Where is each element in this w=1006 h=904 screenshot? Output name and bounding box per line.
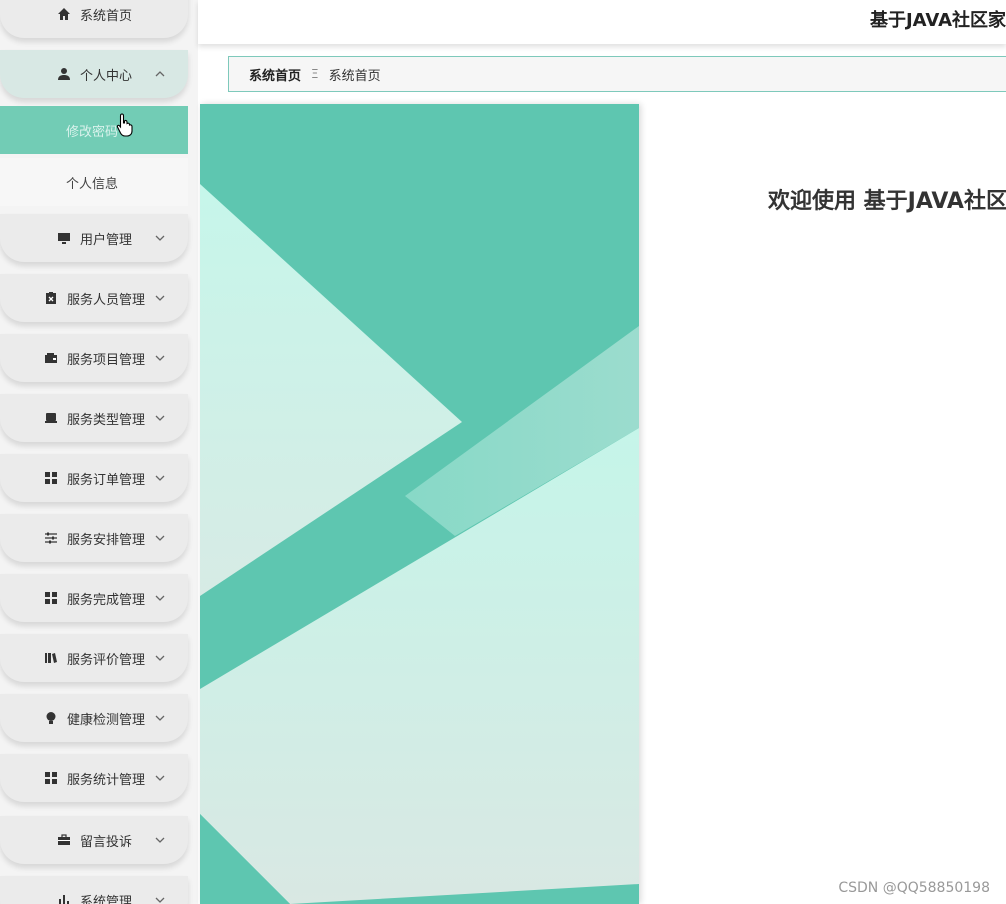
- sidebar-item-home[interactable]: 系统首页: [0, 0, 188, 38]
- sub-item-change-password[interactable]: 修改密码: [0, 106, 188, 154]
- sidebar-item-completion[interactable]: 服务完成管理: [0, 574, 188, 622]
- welcome-heading: 欢迎使用 基于JAVA社区: [768, 189, 1006, 214]
- breadcrumb-separator: Ξ: [311, 67, 319, 81]
- sidebar-item-label: 服务项目管理: [66, 352, 145, 368]
- chevron-down-icon: [155, 837, 165, 843]
- sidebar-item-orders[interactable]: 服务订单管理: [0, 454, 188, 502]
- chevron-down-icon: [155, 897, 165, 903]
- books-icon: [43, 650, 59, 666]
- grid-icon: [43, 590, 59, 606]
- sidebar-item-label: 系统管理: [79, 894, 132, 904]
- grid-icon: [43, 770, 59, 786]
- sidebar: 系统首页 个人中心 修改密码 个人信息 用户管理 服务人员管理 服务项目管理 服…: [0, 0, 198, 904]
- breadcrumb: 系统首页 Ξ 系统首页: [228, 56, 1006, 92]
- sidebar-item-label: 服务类型管理: [66, 412, 145, 428]
- sidebar-item-statistics[interactable]: 服务统计管理: [0, 754, 188, 802]
- watermark: CSDN @QQ58850198: [838, 880, 990, 896]
- sidebar-item-service-types[interactable]: 服务类型管理: [0, 394, 188, 442]
- chevron-down-icon: [155, 715, 165, 721]
- chevron-down-icon: [155, 475, 165, 481]
- chevron-down-icon: [155, 775, 165, 781]
- welcome-banner-image: [200, 104, 639, 904]
- sidebar-item-staff[interactable]: 服务人员管理: [0, 274, 188, 322]
- breadcrumb-current: 系统首页: [328, 68, 381, 84]
- sliders-icon: [43, 530, 59, 546]
- sidebar-item-label: 个人中心: [79, 68, 132, 84]
- sub-item-label: 个人信息: [66, 176, 119, 192]
- sidebar-item-service-items[interactable]: 服务项目管理: [0, 334, 188, 382]
- bulb-icon: [43, 710, 59, 726]
- sub-item-personal-info[interactable]: 个人信息: [0, 158, 188, 206]
- wallet-icon: [43, 350, 59, 366]
- monitor-icon: [56, 230, 72, 246]
- home-icon: [56, 6, 72, 22]
- sidebar-item-label: 服务人员管理: [66, 292, 145, 308]
- sidebar-item-scheduling[interactable]: 服务安排管理: [0, 514, 188, 562]
- chevron-down-icon: [155, 535, 165, 541]
- sidebar-item-users[interactable]: 用户管理: [0, 214, 188, 262]
- sidebar-item-complaints[interactable]: 留言投诉: [0, 816, 188, 864]
- chevron-down-icon: [155, 355, 165, 361]
- sidebar-item-health-check[interactable]: 健康检测管理: [0, 694, 188, 742]
- sidebar-item-label: 服务统计管理: [66, 772, 145, 788]
- sidebar-item-system[interactable]: 系统管理: [0, 876, 188, 904]
- briefcase-icon: [56, 832, 72, 848]
- clipboard-x-icon: [43, 290, 59, 306]
- bar-chart-icon: [56, 892, 72, 904]
- chevron-down-icon: [155, 235, 165, 241]
- chevron-up-icon: [155, 71, 165, 77]
- sidebar-item-reviews[interactable]: 服务评价管理: [0, 634, 188, 682]
- chevron-down-icon: [155, 655, 165, 661]
- app-title: 基于JAVA社区家: [869, 10, 1006, 31]
- hand-cursor-icon: [116, 113, 134, 141]
- sidebar-item-label: 服务安排管理: [66, 532, 145, 548]
- chevron-down-icon: [155, 295, 165, 301]
- sidebar-item-label: 用户管理: [79, 232, 132, 248]
- sidebar-item-label: 系统首页: [79, 8, 132, 24]
- top-header: 基于JAVA社区家: [198, 0, 1006, 44]
- sidebar-item-label: 服务完成管理: [66, 592, 145, 608]
- sidebar-item-label: 服务订单管理: [66, 472, 145, 488]
- sidebar-item-label: 健康检测管理: [66, 712, 145, 728]
- chevron-down-icon: [155, 595, 165, 601]
- sidebar-item-label: 服务评价管理: [66, 652, 145, 668]
- grid-icon: [43, 470, 59, 486]
- tray-icon: [43, 410, 59, 426]
- breadcrumb-home-link[interactable]: 系统首页: [249, 65, 301, 84]
- chevron-down-icon: [155, 415, 165, 421]
- sidebar-item-personal-center[interactable]: 个人中心: [0, 50, 188, 98]
- user-icon: [56, 66, 72, 82]
- sidebar-item-label: 留言投诉: [79, 834, 132, 850]
- sub-item-label: 修改密码: [66, 124, 119, 140]
